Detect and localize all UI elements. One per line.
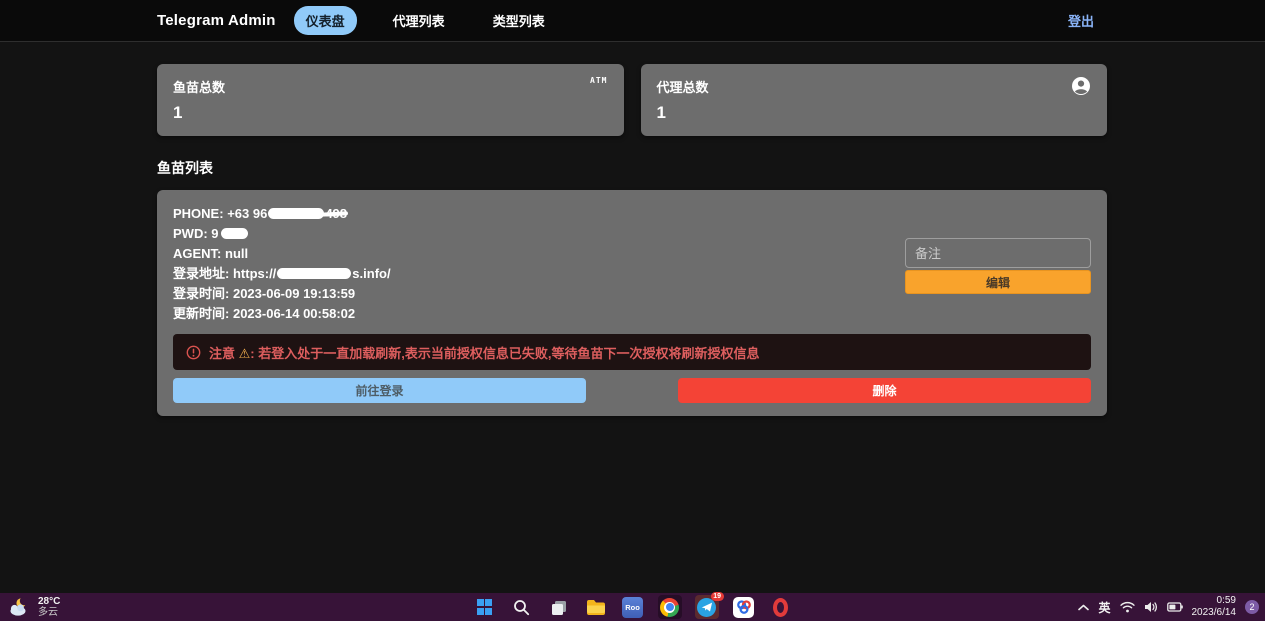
stat-title: 鱼苗总数 (173, 77, 608, 96)
pwd-redaction (221, 228, 248, 239)
stat-value: 1 (657, 103, 1092, 123)
record-phone-line: PHONE: +63 96498 (173, 204, 1091, 224)
stat-card-agent-total: 代理总数 1 (641, 64, 1108, 136)
opera-icon (773, 598, 788, 617)
search-button[interactable] (510, 595, 534, 619)
stats-row: 鱼苗总数 1 ATM 代理总数 1 (157, 64, 1107, 136)
fish-record-card: PHONE: +63 96498 PWD: 9 AGENT: null 登录地址… (157, 190, 1107, 416)
atm-icon: ATM (590, 76, 607, 85)
file-explorer-button[interactable] (584, 595, 608, 619)
phone-redaction (268, 208, 324, 219)
auth-warning-alert: 注意 ⚠: 若登入处于一直加载刷新,表示当前授权信息已失败,等待鱼苗下一次授权将… (173, 334, 1091, 370)
task-view-button[interactable] (547, 595, 571, 619)
alert-text: 注意 ⚠: 若登入处于一直加载刷新,表示当前授权信息已失败,等待鱼苗下一次授权将… (209, 343, 759, 362)
notification-count-badge[interactable]: 2 (1245, 600, 1259, 614)
windows-taskbar: 28°C 多云 Roo (0, 593, 1265, 621)
taskbar-time: 0:59 (1192, 595, 1237, 607)
record-update-time-line: 更新时间: 2023-06-14 00:58:02 (173, 304, 1091, 324)
stat-title: 代理总数 (657, 77, 1092, 96)
tab-agent-list[interactable]: 代理列表 (381, 6, 457, 35)
taskbar-date: 2023/6/14 (1192, 607, 1237, 619)
top-nav-bar: Telegram Admin 仪表盘 代理列表 类型列表 登出 (0, 0, 1265, 42)
moon-cloud-icon (8, 597, 32, 617)
letsvpn-button[interactable] (732, 595, 756, 619)
system-tray: 英 0:59 2023/6/14 2 (1078, 593, 1259, 621)
telegram-badge: 19 (711, 592, 724, 601)
folder-icon (586, 599, 606, 616)
roo-app-icon: Roo (622, 597, 643, 618)
dashboard-content: 鱼苗总数 1 ATM 代理总数 1 鱼苗列表 PHONE: +63 96498 … (157, 64, 1107, 416)
error-circle-icon (186, 345, 201, 360)
stat-card-fish-total: 鱼苗总数 1 ATM (157, 64, 624, 136)
input-language-indicator[interactable]: 英 (1098, 599, 1110, 616)
stat-value: 1 (173, 103, 608, 123)
tab-type-list[interactable]: 类型列表 (481, 6, 557, 35)
delete-button[interactable]: 删除 (678, 378, 1091, 403)
windows-logo-icon (477, 599, 493, 615)
section-title-fish-list: 鱼苗列表 (157, 158, 1107, 178)
battery-icon[interactable] (1167, 602, 1183, 612)
edit-button[interactable]: 编辑 (905, 270, 1091, 294)
logout-link[interactable]: 登出 (1068, 11, 1094, 30)
nav-tabs: 仪表盘 代理列表 类型列表 (294, 6, 557, 35)
goto-login-button[interactable]: 前往登录 (173, 378, 586, 403)
start-button[interactable] (473, 595, 497, 619)
app-title: Telegram Admin (157, 12, 276, 29)
chrome-button[interactable] (658, 595, 682, 619)
telegram-button[interactable]: 19 (695, 595, 719, 619)
tab-dashboard[interactable]: 仪表盘 (294, 6, 357, 35)
chrome-icon (660, 598, 679, 617)
note-edit-panel: 编辑 (905, 238, 1091, 294)
note-input[interactable] (905, 238, 1091, 268)
task-view-icon (550, 598, 568, 616)
search-icon (513, 599, 530, 616)
account-circle-icon (1071, 76, 1091, 101)
volume-icon[interactable] (1144, 601, 1158, 613)
record-actions: 前往登录 删除 (173, 378, 1091, 403)
url-redaction (277, 268, 351, 279)
taskbar-clock[interactable]: 0:59 2023/6/14 (1192, 595, 1237, 619)
weather-text: 28°C 多云 (38, 596, 60, 618)
weather-widget[interactable]: 28°C 多云 (8, 593, 60, 621)
roo-app-button[interactable]: Roo (621, 595, 645, 619)
wifi-icon[interactable] (1120, 601, 1135, 613)
tray-chevron-up-icon[interactable] (1078, 604, 1089, 611)
letsvpn-icon (733, 597, 754, 618)
opera-button[interactable] (769, 595, 793, 619)
taskbar-center-icons: Roo 19 (473, 593, 793, 621)
warning-icon: ⚠ (239, 346, 251, 361)
